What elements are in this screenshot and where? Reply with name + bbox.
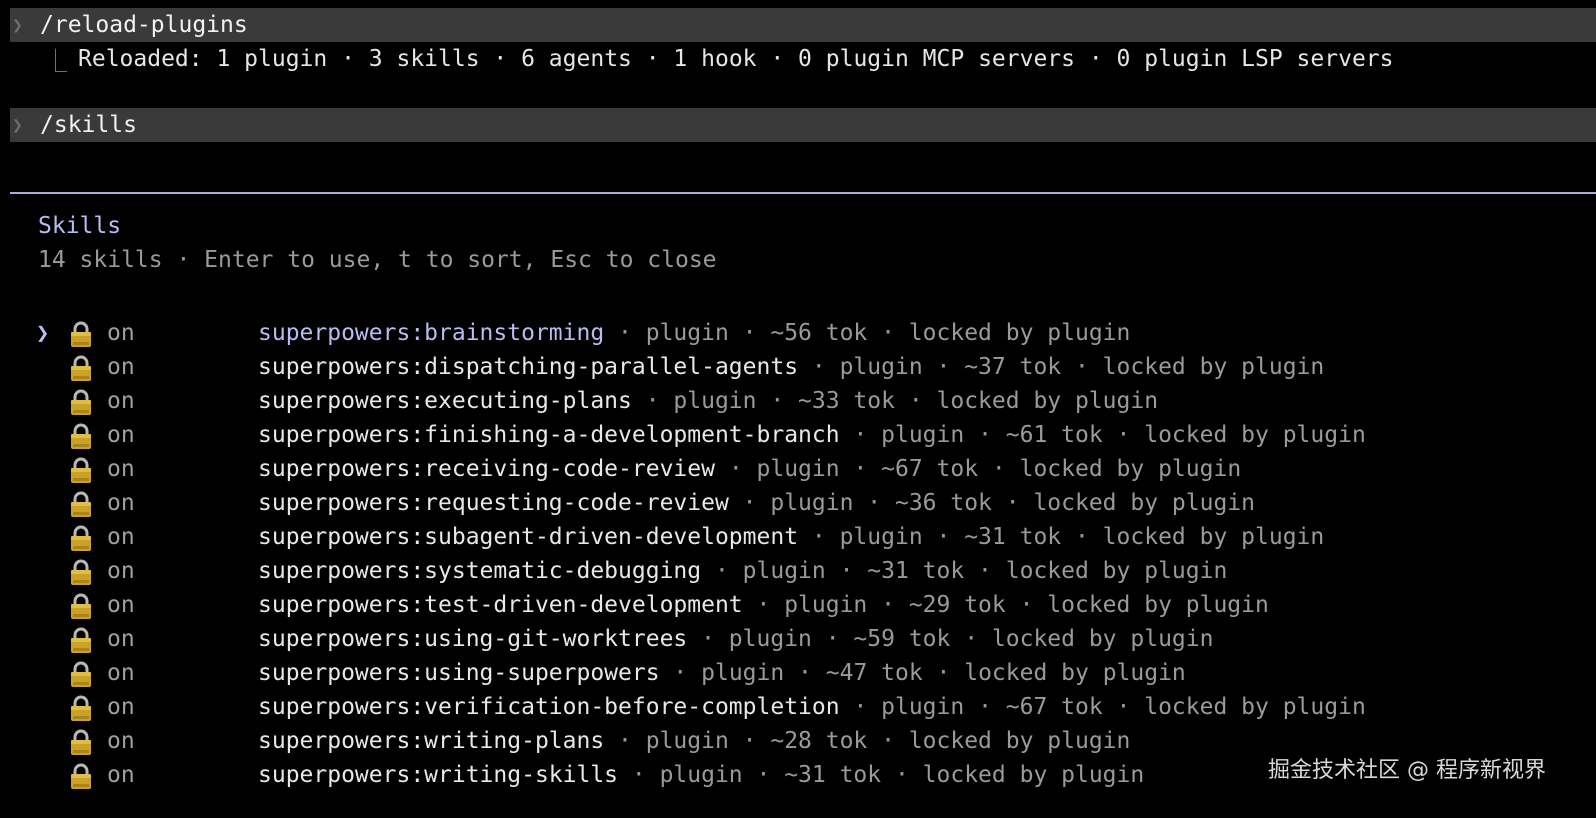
skill-row[interactable]: on superpowers:requesting-code-review · p…: [0, 486, 1596, 520]
skill-meta: · plugin · ~37 tok · locked by plugin: [798, 354, 1325, 380]
skill-info: superpowers:requesting-code-review · plu…: [258, 490, 1255, 516]
skills-panel-title: Skills: [38, 213, 122, 239]
skill-info: superpowers:writing-skills · plugin · ~3…: [258, 762, 1144, 788]
lock-icon: [68, 490, 94, 518]
skills-panel-hint: 14 skills · Enter to use, t to sort, Esc…: [38, 247, 717, 273]
command-result: ⎿ Reloaded: 1 plugin · 3 skills · 6 agen…: [44, 42, 1393, 76]
skills-list: ❯ on superpowers:brainstorming · plugin · …: [0, 316, 1596, 792]
skill-info: superpowers:systematic-debugging · plugi…: [258, 558, 1227, 584]
lock-icon: [68, 694, 94, 722]
prompt-chevron-icon: ❯: [12, 14, 23, 36]
lock-icon: [68, 592, 94, 620]
command-line-skills: ❯ /skills: [10, 108, 1596, 142]
skill-meta: · plugin · ~56 tok · locked by plugin: [604, 320, 1131, 346]
command-text: /reload-plugins: [40, 12, 248, 38]
skill-name: superpowers:requesting-code-review: [258, 490, 729, 516]
skill-name: superpowers:using-superpowers: [258, 660, 660, 686]
skill-meta: · plugin · ~47 tok · locked by plugin: [659, 660, 1186, 686]
skill-state: on: [107, 490, 135, 516]
skill-info: superpowers:verification-before-completi…: [258, 694, 1366, 720]
skill-row[interactable]: on superpowers:receiving-code-review · pl…: [0, 452, 1596, 486]
skill-meta: · plugin · ~28 tok · locked by plugin: [604, 728, 1131, 754]
skill-state: on: [107, 320, 135, 346]
skill-name: superpowers:systematic-debugging: [258, 558, 702, 584]
skill-info: superpowers:test-driven-development · pl…: [258, 592, 1269, 618]
skill-name: superpowers:dispatching-parallel-agents: [258, 354, 799, 380]
skill-meta: · plugin · ~67 tok · locked by plugin: [839, 694, 1366, 720]
skill-state: on: [107, 354, 135, 380]
skill-name: superpowers:test-driven-development: [258, 592, 743, 618]
command-text: /skills: [40, 112, 137, 138]
skill-row[interactable]: on superpowers:dispatching-parallel-agent…: [0, 350, 1596, 384]
skill-info: superpowers:writing-plans · plugin · ~28…: [258, 728, 1130, 754]
selection-cursor-icon: ❯: [36, 320, 50, 346]
skill-state: on: [107, 524, 135, 550]
lock-icon: [68, 728, 94, 756]
skill-info: superpowers:receiving-code-review · plug…: [258, 456, 1241, 482]
result-text: Reloaded: 1 plugin · 3 skills · 6 agents…: [78, 46, 1394, 72]
lock-icon: [68, 388, 94, 416]
skill-row[interactable]: on superpowers:verification-before-comple…: [0, 690, 1596, 724]
skill-row[interactable]: ❯ on superpowers:brainstorming · plugin · …: [0, 316, 1596, 350]
skill-meta: · plugin · ~29 tok · locked by plugin: [742, 592, 1269, 618]
prompt-chevron-icon: ❯: [12, 114, 23, 136]
skill-row[interactable]: on superpowers:executing-plans · plugin ·…: [0, 384, 1596, 418]
skill-info: superpowers:executing-plans · plugin · ~…: [258, 388, 1158, 414]
lock-icon: [68, 626, 94, 654]
lock-icon: [68, 456, 94, 484]
skill-meta: · plugin · ~67 tok · locked by plugin: [714, 456, 1242, 482]
skill-state: on: [107, 388, 135, 414]
skill-meta: · plugin · ~31 tok · locked by plugin: [618, 762, 1145, 788]
skill-info: superpowers:finishing-a-development-bran…: [258, 422, 1366, 448]
skill-name: superpowers:finishing-a-development-bran…: [258, 422, 840, 448]
skill-row[interactable]: on superpowers:using-superpowers · plugin…: [0, 656, 1596, 690]
skill-name: superpowers:brainstorming: [258, 320, 605, 346]
lock-icon: [68, 320, 94, 348]
skill-state: on: [107, 592, 135, 618]
skill-state: on: [107, 660, 135, 686]
skill-name: superpowers:verification-before-completi…: [258, 694, 840, 720]
skill-name: superpowers:subagent-driven-development: [258, 524, 799, 550]
skill-state: on: [107, 762, 135, 788]
skill-state: on: [107, 626, 135, 652]
skill-state: on: [107, 422, 135, 448]
skill-name: superpowers:writing-plans: [258, 728, 605, 754]
skill-info: superpowers:using-superpowers · plugin ·…: [258, 660, 1186, 686]
skill-name: superpowers:receiving-code-review: [258, 456, 715, 482]
skill-info: superpowers:dispatching-parallel-agents …: [258, 354, 1324, 380]
skill-row[interactable]: on superpowers:systematic-debugging · plu…: [0, 554, 1596, 588]
skill-name: superpowers:using-git-worktrees: [258, 626, 688, 652]
skill-state: on: [107, 558, 135, 584]
skill-meta: · plugin · ~59 tok · locked by plugin: [687, 626, 1214, 652]
skill-name: superpowers:writing-skills: [258, 762, 619, 788]
skill-meta: · plugin · ~31 tok · locked by plugin: [701, 558, 1228, 584]
lock-icon: [68, 660, 94, 688]
skill-row[interactable]: on superpowers:subagent-driven-developmen…: [0, 520, 1596, 554]
skill-meta: · plugin · ~33 tok · locked by plugin: [631, 388, 1159, 414]
skill-state: on: [107, 728, 135, 754]
panel-divider: [10, 192, 1596, 194]
skill-row[interactable]: on superpowers:test-driven-development · …: [0, 588, 1596, 622]
lock-icon: [68, 422, 94, 450]
skill-state: on: [107, 456, 135, 482]
result-branch-icon: ⎿: [44, 49, 67, 75]
skill-meta: · plugin · ~36 tok · locked by plugin: [728, 490, 1256, 516]
skill-state: on: [107, 694, 135, 720]
command-line-reload-plugins: ❯ /reload-plugins: [10, 8, 1596, 42]
skill-meta: · plugin · ~31 tok · locked by plugin: [798, 524, 1325, 550]
watermark: 掘金技术社区 @ 程序新视界: [1268, 758, 1546, 783]
lock-icon: [68, 524, 94, 552]
skill-name: superpowers:executing-plans: [258, 388, 632, 414]
skill-info: superpowers:using-git-worktrees · plugin…: [258, 626, 1213, 652]
lock-icon: [68, 558, 94, 586]
lock-icon: [68, 762, 94, 790]
skill-meta: · plugin · ~61 tok · locked by plugin: [839, 422, 1366, 448]
skill-row[interactable]: on superpowers:finishing-a-development-br…: [0, 418, 1596, 452]
skill-info: superpowers:subagent-driven-development …: [258, 524, 1324, 550]
skill-info: superpowers:brainstorming · plugin · ~56…: [258, 320, 1130, 346]
lock-icon: [68, 354, 94, 382]
skill-row[interactable]: on superpowers:using-git-worktrees · plug…: [0, 622, 1596, 656]
